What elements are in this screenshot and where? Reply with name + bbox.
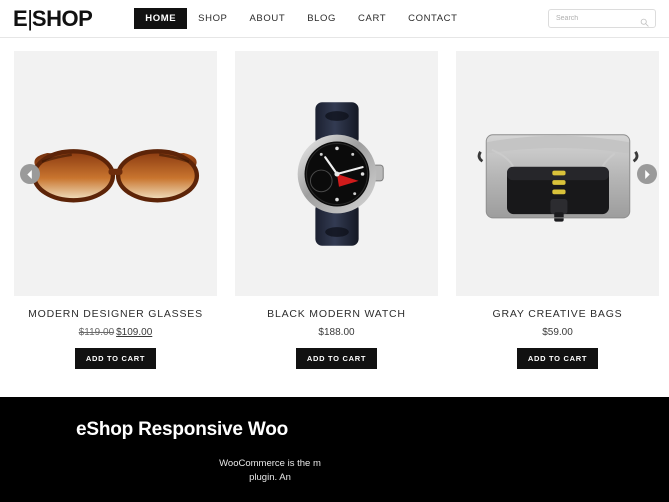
product-title: BLACK MODERN WATCH <box>267 308 406 320</box>
add-to-cart-wrap: ADD TO CART <box>235 348 438 369</box>
price-original: $119.00 <box>78 327 115 338</box>
product-carousel: MODERN DESIGNER GLASSES $119.00 $109.00 A… <box>0 38 669 369</box>
product-price: $119.00 $109.00 <box>14 327 217 338</box>
nav-item-shop[interactable]: SHOP <box>187 8 238 29</box>
logo-text-shop: SHOP <box>31 5 93 31</box>
chevron-right-icon <box>645 169 650 179</box>
carousel-prev-button[interactable] <box>20 164 40 184</box>
nav-item-contact[interactable]: CONTACT <box>397 8 468 29</box>
add-to-cart-button[interactable]: ADD TO CART <box>295 348 378 369</box>
logo-text-e: E <box>13 5 28 31</box>
promo-banner: eShop Responsive Woo WooCommerce is the … <box>0 397 669 502</box>
promo-description: WooCommerce is the m plugin. An <box>120 457 420 485</box>
product-price: $59.00 <box>456 327 659 338</box>
product-card[interactable]: GRAY CREATIVE BAGS $59.00 ADD TO CART <box>456 51 659 369</box>
product-card[interactable]: BLACK MODERN WATCH $188.00 ADD TO CART <box>235 51 438 369</box>
search-input[interactable] <box>549 15 631 22</box>
add-to-cart-wrap: ADD TO CART <box>456 348 659 369</box>
price-regular: $59.00 <box>542 327 573 338</box>
add-to-cart-button[interactable]: ADD TO CART <box>74 348 157 369</box>
product-card[interactable]: MODERN DESIGNER GLASSES $119.00 $109.00 A… <box>14 51 217 369</box>
search-box[interactable] <box>548 9 656 28</box>
nav-item-home[interactable]: HOME <box>134 8 188 29</box>
add-to-cart-wrap: ADD TO CART <box>14 348 217 369</box>
site-header: E|SHOP HOME SHOP ABOUT BLOG CART CONTACT <box>0 0 669 38</box>
product-title: MODERN DESIGNER GLASSES <box>28 308 203 320</box>
product-image-wrap[interactable] <box>14 51 217 296</box>
nav-item-about[interactable]: ABOUT <box>239 8 297 29</box>
product-title: GRAY CREATIVE BAGS <box>492 308 623 320</box>
promo-heading: eShop Responsive Woo <box>76 419 289 440</box>
chevron-left-icon <box>27 169 32 179</box>
product-image-wrap[interactable] <box>235 51 438 296</box>
main-navigation: HOME SHOP ABOUT BLOG CART CONTACT <box>134 8 468 29</box>
search-icon <box>640 14 649 32</box>
page-root: E|SHOP HOME SHOP ABOUT BLOG CART CONTACT <box>0 0 669 502</box>
carousel-next-button[interactable] <box>637 164 657 184</box>
product-price: $188.00 <box>235 327 438 338</box>
promo-description-line2: plugin. An <box>249 471 291 483</box>
site-logo[interactable]: E|SHOP <box>13 5 93 31</box>
product-image-wrap[interactable] <box>456 51 659 296</box>
nav-item-cart[interactable]: CART <box>347 8 397 29</box>
add-to-cart-button[interactable]: ADD TO CART <box>516 348 599 369</box>
sunglasses-image <box>31 148 200 202</box>
promo-description-line1: WooCommerce is the m <box>219 458 321 469</box>
watch-image <box>297 101 384 246</box>
bag-image <box>477 134 638 222</box>
price-regular: $188.00 <box>318 327 355 338</box>
nav-item-blog[interactable]: BLOG <box>296 8 347 29</box>
price-sale: $109.00 <box>116 327 153 338</box>
